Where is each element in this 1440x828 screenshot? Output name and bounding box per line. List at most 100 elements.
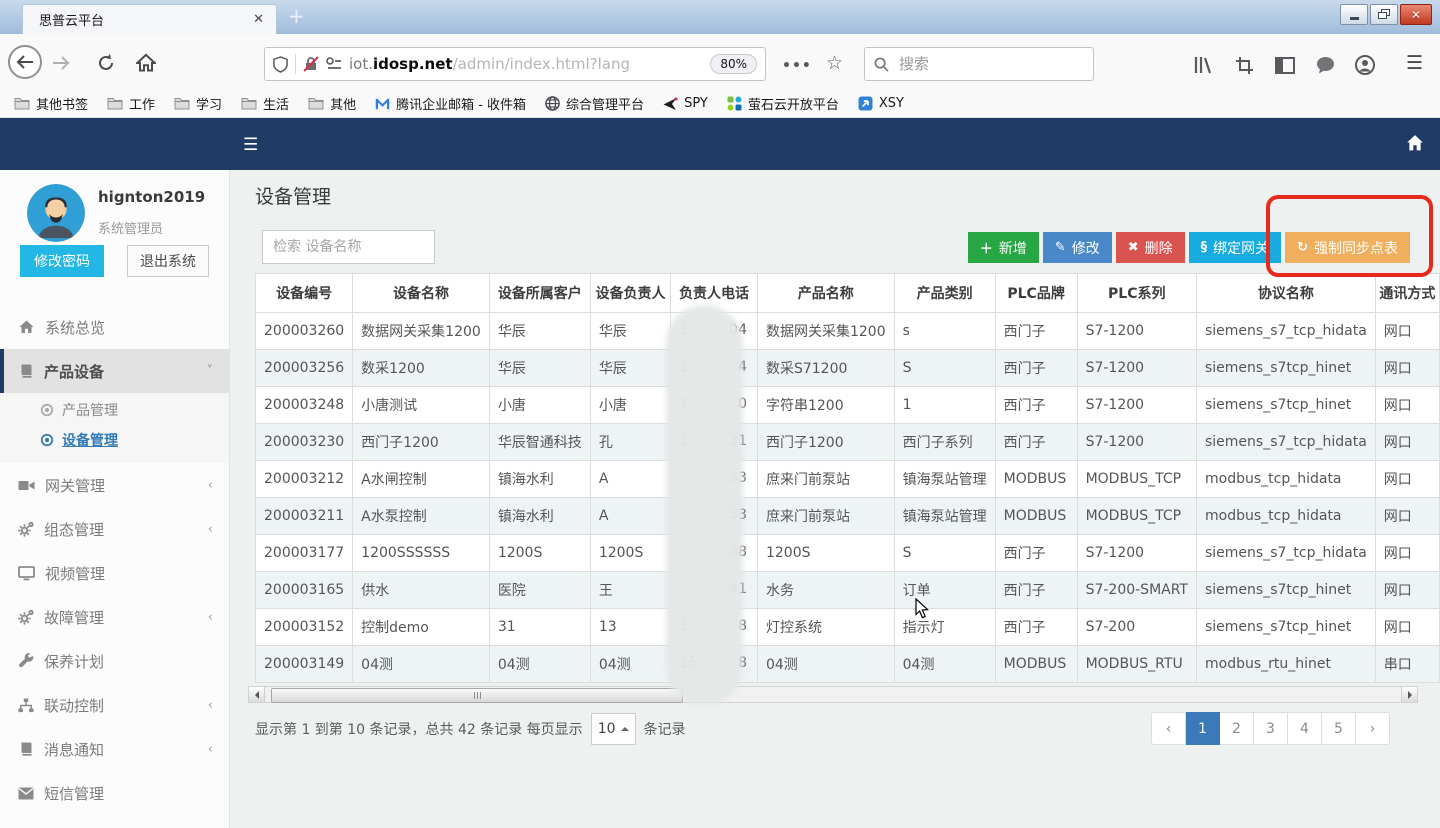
device-search-input[interactable]: [262, 230, 435, 264]
sidebar-item-组态管理[interactable]: 组态管理‹: [0, 507, 229, 551]
sidebar-item-短信管理[interactable]: 短信管理: [0, 771, 229, 815]
table-row[interactable]: 200003260数据网关采集1200华辰华辰104数据网关采集1200s西门子…: [256, 313, 1440, 350]
column-header[interactable]: 设备名称: [353, 274, 490, 313]
sidebar-collapse-icon[interactable]: ☰: [243, 135, 258, 155]
library-icon[interactable]: [1192, 54, 1214, 76]
table-row[interactable]: 200003248小唐测试小唐小唐10字符串12001西门子S7-1200sie…: [256, 387, 1440, 424]
bookmark-item[interactable]: 学习: [174, 94, 222, 113]
browser-tab[interactable]: 思普云平台 ✕: [22, 4, 277, 34]
page-size-select[interactable]: 10: [591, 713, 636, 745]
back-button[interactable]: [8, 45, 42, 79]
column-header[interactable]: 通讯方式: [1375, 274, 1439, 313]
column-header[interactable]: 设备编号: [256, 274, 353, 313]
page-button-1[interactable]: 1: [1186, 712, 1220, 745]
sidebar-item-label: 网关管理: [45, 475, 105, 496]
table-row[interactable]: 200003212A水闸控制镇海水利A33庶来门前泵站镇海泵站管理MODBUSM…: [256, 461, 1440, 498]
table-row[interactable]: 20000314904测04测04测15804测04测MODBUSMODBUS_…: [256, 646, 1440, 683]
column-header[interactable]: PLC品牌: [995, 274, 1077, 313]
scrollbar-thumb[interactable]: [271, 688, 683, 703]
prev-page-button[interactable]: ‹: [1151, 712, 1186, 745]
next-page-button[interactable]: ›: [1356, 712, 1390, 745]
bookmark-item[interactable]: 其他: [308, 94, 356, 113]
page-button-4[interactable]: 4: [1288, 712, 1322, 745]
bookmark-item[interactable]: 腾讯企业邮箱 - 收件箱: [375, 94, 526, 113]
add-button[interactable]: ＋新增: [968, 232, 1039, 263]
menu-icon[interactable]: ☰: [1406, 52, 1423, 74]
account-icon[interactable]: [1354, 54, 1376, 76]
sidebar-item-系统总览[interactable]: 系统总览: [0, 305, 229, 349]
table-row[interactable]: 200003256数采1200华辰华辰14数采S71200S西门子S7-1200…: [256, 350, 1440, 387]
window-minimize-button[interactable]: [1340, 4, 1368, 25]
bookmark-item[interactable]: 综合管理平台: [545, 94, 644, 113]
cell-product: 灯控系统: [757, 609, 894, 646]
logout-button[interactable]: 退出系统: [127, 245, 209, 277]
horizontal-scrollbar[interactable]: [248, 686, 1418, 703]
bookmark-label: SPY: [684, 96, 708, 111]
cell-customer: 镇海水利: [489, 461, 590, 498]
sidebar-item-消息通知[interactable]: 消息通知‹: [0, 727, 229, 771]
table-row[interactable]: 2000031771200SSSSSS1200S1200S881200SS西门子…: [256, 535, 1440, 572]
cell-protocol: siemens_s7tcp_hinet: [1197, 350, 1376, 387]
sidebar-item-联动控制[interactable]: 联动控制‹: [0, 683, 229, 727]
page-button-2[interactable]: 2: [1220, 712, 1254, 745]
page-actions-button[interactable]: •••: [782, 58, 812, 74]
bookmark-item[interactable]: 其他书签: [14, 94, 88, 113]
edit-button[interactable]: ✎修改: [1043, 232, 1112, 263]
cell-comm: 网口: [1375, 313, 1439, 350]
sidebar-subitem-设备管理[interactable]: 设备管理: [0, 425, 229, 455]
scroll-left-arrow[interactable]: [249, 687, 265, 702]
new-tab-button[interactable]: +: [288, 6, 305, 26]
screenshot-icon[interactable]: [1233, 54, 1255, 76]
app-home-icon[interactable]: [1406, 134, 1424, 152]
table-row[interactable]: 200003211A水泵控制镇海水利A33庶来门前泵站镇海泵站管理MODBUSM…: [256, 498, 1440, 535]
column-header[interactable]: 产品类别: [894, 274, 995, 313]
sidebar-subitem-产品管理[interactable]: 产品管理: [0, 395, 229, 425]
cell-owner: 1200S: [590, 535, 670, 572]
window-close-button[interactable]: ✕: [1400, 4, 1432, 25]
browser-search-box[interactable]: [864, 47, 1094, 81]
column-header[interactable]: 产品名称: [757, 274, 894, 313]
bookmark-item[interactable]: 生活: [241, 94, 289, 113]
bookmark-item[interactable]: 萤石云开放平台: [727, 94, 839, 113]
column-header[interactable]: 设备所属客户: [489, 274, 590, 313]
bookmark-item[interactable]: XSY: [858, 96, 904, 111]
home-button[interactable]: [136, 53, 156, 73]
sidebar-item-网关管理[interactable]: 网关管理‹: [0, 463, 229, 507]
table-row[interactable]: 200003165供水医院王41水务订单西门子S7-200-SMARTsieme…: [256, 572, 1440, 609]
sidebar-toggle-icon[interactable]: [1274, 54, 1296, 76]
page-button-5[interactable]: 5: [1322, 712, 1356, 745]
sidebar-item-label: 组态管理: [44, 519, 104, 540]
sidebar-item-车间管理[interactable]: 车间管理: [0, 815, 229, 828]
change-password-button[interactable]: 修改密码: [20, 245, 104, 277]
url-bar[interactable]: iot.idosp.net/admin/index.html?lang 80%: [264, 47, 766, 81]
bookmark-item[interactable]: SPY: [663, 96, 708, 111]
reload-button[interactable]: [96, 53, 116, 73]
column-header[interactable]: 设备负责人: [590, 274, 670, 313]
sidebar-item-产品设备[interactable]: 产品设备˅: [0, 349, 229, 393]
pencil-icon: ✎: [1055, 240, 1066, 255]
column-header[interactable]: PLC系列: [1077, 274, 1196, 313]
tab-close-icon[interactable]: ✕: [251, 12, 266, 27]
bookmark-star-icon[interactable]: ☆: [826, 52, 843, 74]
sidebar-item-保养计划[interactable]: 保养计划: [0, 639, 229, 683]
table-row[interactable]: 200003230西门子1200华辰智通科技孔131西门子1200西门子系列西门…: [256, 424, 1440, 461]
cell-comm: 网口: [1375, 572, 1439, 609]
cell-plc_brand: MODBUS: [995, 498, 1077, 535]
table-row[interactable]: 200003152控制demo311318灯控系统指示灯西门子S7-200sie…: [256, 609, 1440, 646]
sidebar-item-label: 故障管理: [44, 607, 104, 628]
delete-button[interactable]: ✖删除: [1116, 232, 1185, 263]
browser-search-input[interactable]: [897, 54, 1061, 74]
cell-owner: 13: [590, 609, 670, 646]
page-button-3[interactable]: 3: [1254, 712, 1288, 745]
window-restore-button[interactable]: [1370, 4, 1398, 25]
zoom-level-badge[interactable]: 80%: [710, 54, 757, 74]
sidebar-item-故障管理[interactable]: 故障管理‹: [0, 595, 229, 639]
sidebar-item-视频管理[interactable]: 视频管理: [0, 551, 229, 595]
cell-plc_series: S7-1200: [1077, 424, 1196, 461]
cell-id: 200003260: [256, 313, 353, 350]
chat-bubble-icon[interactable]: [1314, 54, 1336, 76]
scroll-right-arrow[interactable]: [1401, 687, 1417, 702]
bookmark-item[interactable]: 工作: [107, 94, 155, 113]
forward-button[interactable]: [52, 56, 70, 70]
column-header[interactable]: 协议名称: [1197, 274, 1376, 313]
